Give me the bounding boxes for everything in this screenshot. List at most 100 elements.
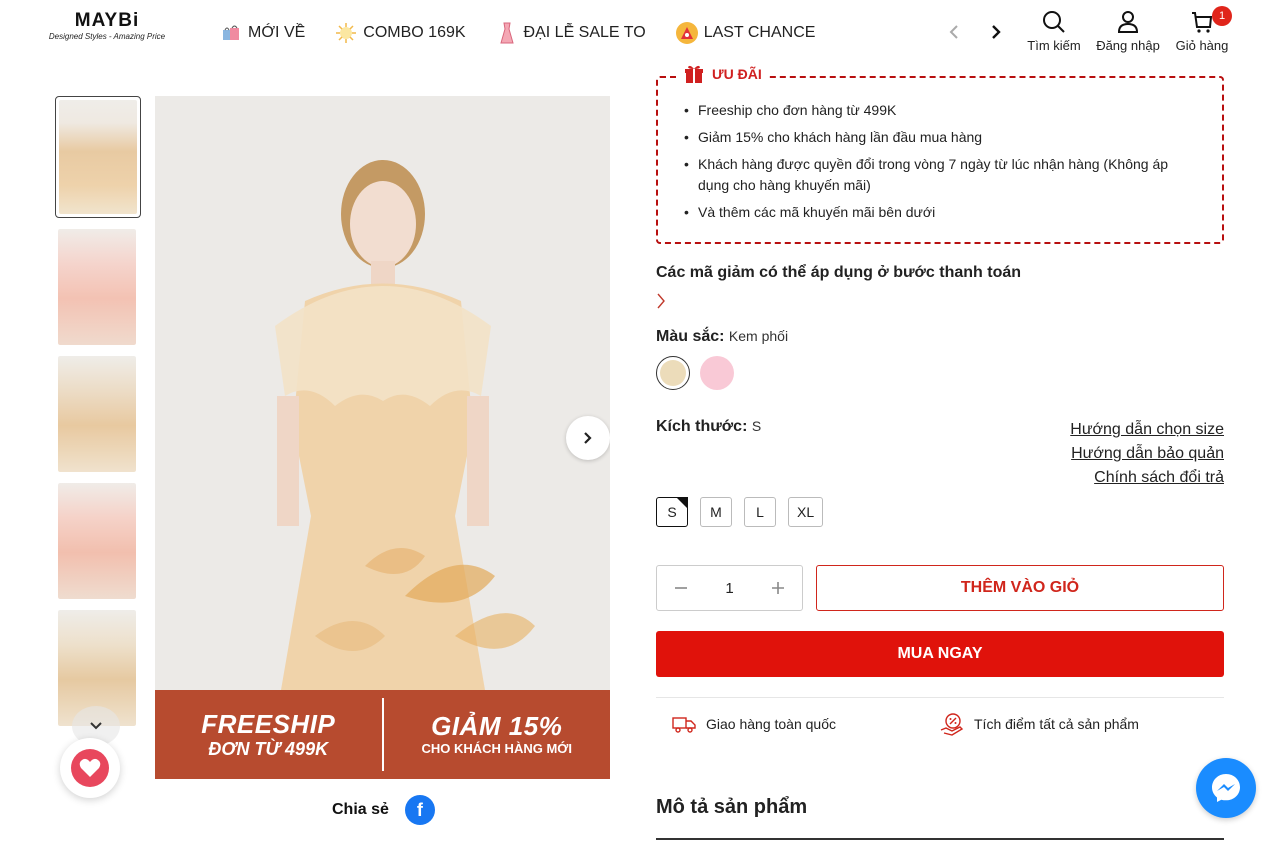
nav-item-combo[interactable]: COMBO 169K [335,22,466,44]
thumbnail-4[interactable] [58,483,136,599]
messenger-chat-button[interactable] [1196,758,1256,818]
login-label: Đăng nhập [1096,38,1160,53]
nav-next-button[interactable] [986,20,1006,44]
size-option-xl[interactable]: XL [788,497,824,527]
add-to-cart-button[interactable]: THÊM VÀO GIỎ [816,565,1224,611]
return-policy-link[interactable]: Chính sách đổi trả [1070,466,1224,490]
size-option-l[interactable]: L [744,497,776,527]
logo-tagline: Designed Styles - Amazing Price [48,32,166,41]
delivery-truck-icon [672,717,696,733]
nav-item-label: LAST CHANCE [703,24,816,41]
main-nav: MỚI VỀ COMBO 169K ĐẠI LỄ SALE TO LAST CH… [220,18,815,48]
color-row: Màu sắc: Kem phối [656,328,788,346]
nav-item-sale[interactable]: ĐẠI LỄ SALE TO [496,22,646,44]
quantity-stepper: 1 [656,565,803,611]
perk-shipping: Giao hàng toàn quốc [672,712,836,736]
gift-icon [685,65,703,83]
guide-links: Hướng dẫn chọn size Hướng dẫn bảo quản C… [1070,418,1224,490]
size-value: S [751,418,762,434]
wishlist-button[interactable] [60,738,120,798]
nav-item-label: MỚI VỀ [248,24,306,41]
perk-points-label: Tích điểm tất cả sản phẩm [974,716,1139,732]
cart-count-badge: 1 [1212,6,1232,26]
promo-freeship: FREESHIP ĐƠN TỪ 499K [155,698,384,771]
sparkle-icon [335,22,357,44]
size-options: S M L XL [656,497,824,527]
minus-icon [675,587,687,589]
next-image-button[interactable] [566,416,610,460]
cart-button[interactable]: Giỏ hàng 1 [1170,6,1234,53]
perk-points: Tích điểm tất cả sản phẩm [940,712,1139,736]
offer-box: ƯU ĐÃI Freeship cho đơn hàng từ 499K Giả… [656,64,1224,244]
nav-item-last-chance[interactable]: LAST CHANCE [675,22,816,44]
login-button[interactable]: Đăng nhập [1096,10,1160,53]
thumbnail-image [59,100,137,214]
facebook-share-button[interactable]: f [404,795,435,825]
logo-brand: MAYBi [74,10,140,31]
messenger-icon [1212,774,1240,802]
chevron-left-icon [949,25,958,39]
quantity-increase-button[interactable] [768,578,788,598]
divider [656,697,1224,698]
offer-item: Giảm 15% cho khách hàng lần đầu mua hàng [684,127,1196,148]
color-swatch-cream[interactable] [656,356,690,390]
offer-list: Freeship cho đơn hàng từ 499K Giảm 15% c… [684,100,1196,223]
thumbnail-1[interactable] [55,96,141,218]
thumbnail-3[interactable] [58,356,136,472]
promo-freeship-sub: ĐƠN TỪ 499K [208,738,329,759]
share-row: Chia sẻ f [332,795,435,825]
nav-prev-button[interactable] [944,20,964,44]
product-main-image[interactable]: FREESHIP ĐƠN TỪ 499K GIẢM 15% CHO KHÁCH … [155,96,610,779]
thumbnail-list [55,96,141,737]
offer-title-text: ƯU ĐÃI [712,66,762,82]
cart-label: Giỏ hàng [1175,38,1229,53]
nav-item-new-arrivals[interactable]: MỚI VỀ [220,22,305,44]
buy-now-button[interactable]: MUA NGAY [656,631,1224,677]
coupon-expand-button[interactable] [656,292,666,315]
color-swatch-pink[interactable] [700,356,734,390]
plus-icon [772,582,784,594]
clock-icon [675,22,698,44]
nav-scroll-arrows [944,20,1006,44]
size-label: Kích thước: [656,418,748,435]
size-option-s[interactable]: S [656,497,688,527]
heart-icon [71,749,109,787]
header-actions: Tìm kiếm Đăng nhập Giỏ hàng 1 [1022,6,1234,53]
description-divider [656,838,1224,840]
promo-discount-sub: CHO KHÁCH HÀNG MỚI [421,740,572,756]
logo[interactable]: MAYBi Designed Styles - Amazing Price [46,10,168,44]
perk-shipping-label: Giao hàng toàn quốc [706,716,836,732]
thumbnail-image [58,483,136,599]
discount-hand-icon [940,713,964,736]
search-button[interactable]: Tìm kiếm [1022,10,1086,53]
nav-item-label: COMBO 169K [363,24,466,41]
thumbnail-image [58,356,136,472]
nav-item-label: ĐẠI LỄ SALE TO [523,24,646,41]
size-guide-link[interactable]: Hướng dẫn chọn size [1070,418,1224,442]
user-icon [1117,11,1139,33]
perks-row: Giao hàng toàn quốc Tích điểm tất cả sản… [672,712,1139,736]
quantity-value[interactable]: 1 [725,580,733,597]
chevron-down-icon [90,722,102,730]
offer-item: Freeship cho đơn hàng từ 499K [684,100,1196,121]
promo-freeship-title: FREESHIP [201,708,336,739]
color-label: Màu sắc: [656,328,725,345]
search-icon [1043,11,1065,33]
description-title: Mô tả sản phẩm [656,796,808,818]
shopping-bags-icon [220,22,242,44]
dress-icon [496,22,518,44]
care-guide-link[interactable]: Hướng dẫn bảo quản [1070,442,1224,466]
thumbnail-image [58,229,136,345]
offer-item: Khách hàng được quyền đổi trong vòng 7 n… [684,154,1196,196]
promo-discount: GIẢM 15% CHO KHÁCH HÀNG MỚI [384,690,611,779]
size-option-m[interactable]: M [700,497,732,527]
swatch-dot [660,360,686,386]
quantity-decrease-button[interactable] [671,578,691,598]
chevron-right-icon [992,25,1001,39]
search-label: Tìm kiếm [1027,38,1081,53]
color-value: Kem phối [728,328,789,344]
thumbnail-2[interactable] [58,229,136,345]
offer-title: ƯU ĐÃI [678,64,768,84]
promo-discount-title: GIẢM 15% [431,710,563,741]
facebook-icon: f [416,799,423,820]
